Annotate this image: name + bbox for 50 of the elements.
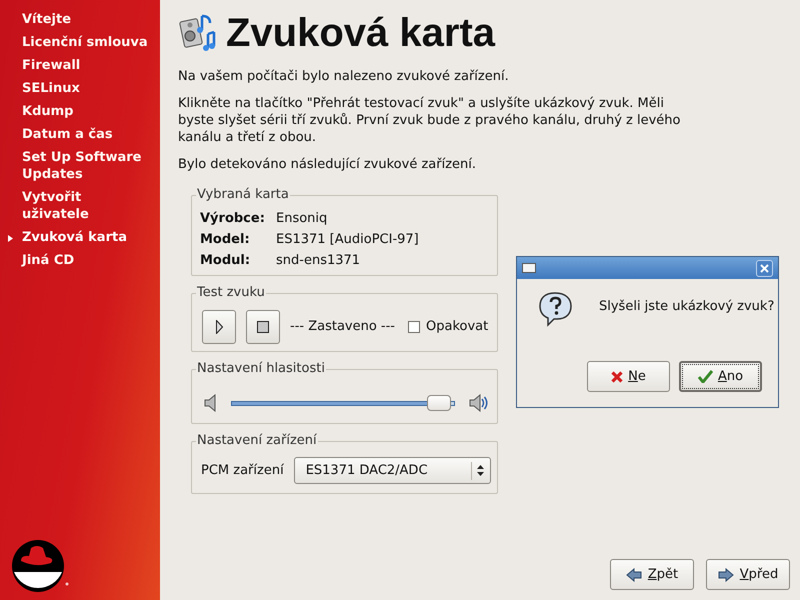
forward-button[interactable]: Vpřed [706,559,790,590]
play-icon [216,320,222,334]
field-label: Výrobce: [200,210,266,227]
field-value: snd-ens1371 [276,252,362,269]
sidebar-item[interactable]: Zvuková karta [22,229,149,246]
sidebar-item[interactable]: Firewall [22,57,149,74]
frame-legend: Vybraná karta [196,187,290,203]
stop-button[interactable] [246,310,280,344]
speaker-music-icon [178,12,218,54]
sidebar-item[interactable]: Vítejte [22,11,149,28]
question-icon [538,291,573,327]
checkbox-label: Opakovat [426,318,488,336]
paragraph: Bylo detekováno následující zvukové zařízení. [178,156,478,173]
sidebar-item[interactable]: Kdump [22,103,149,120]
yes-button[interactable]: Ano [679,361,762,392]
sidebar-item[interactable]: Vytvořit uživatele [22,189,149,223]
left-arrow-icon [626,568,642,582]
right-arrow-icon [718,568,734,582]
checkmark-icon [698,370,713,383]
sidebar-item[interactable]: Set Up Software Updates [22,149,149,183]
field-label: Model: [200,231,251,248]
close-icon [760,264,769,272]
stop-icon [257,321,269,333]
window-icon [522,263,536,273]
dialog-message: Slyšeli jste ukázkový zvuk? [599,298,774,316]
field-label: Modul: [200,252,252,269]
x-icon [611,370,624,382]
sidebar-item[interactable]: Jiná CD [22,252,149,269]
sidebar-item[interactable]: Datum a čas [22,126,149,143]
back-button[interactable]: Zpět [610,559,694,590]
field-value: ES1371 [AudioPCI-97] [276,231,420,248]
slider-thumb[interactable] [427,395,452,411]
paragraph: Klikněte na tlačítko "Přehrát testovací zvuk" a uslyšíte ukázkový zvuk. Měli byste slyšet sérii tří zvuků. První zvuk bude z pravého kanálu, druhý z levého kanálu a třetí z obou. [178,95,682,146]
volume-slider[interactable] [231,395,455,411]
page-title: Zvuková karta [226,10,496,56]
sidebar-item[interactable]: Licenční smlouva [22,34,149,51]
field-value: Ensoniq [276,210,328,227]
device-dropdown[interactable]: ES1371 DAC2/ADC [294,457,491,484]
status-text: --- Zastaveno --- [290,318,396,336]
paragraph: Na vašem počítači bylo nalezeno zvukové zařízení. [178,68,510,85]
field-label: PCM zařízení [201,462,284,480]
updown-icon [476,465,484,476]
speaker-icon [204,394,217,412]
no-button[interactable]: Ne [587,361,670,392]
logo [11,539,69,593]
play-button[interactable] [202,310,236,344]
speaker-loud-icon [469,394,489,412]
close-button[interactable] [756,260,773,276]
repeat-checkbox[interactable] [408,321,420,333]
sidebar-item[interactable]: SELinux [22,80,149,97]
